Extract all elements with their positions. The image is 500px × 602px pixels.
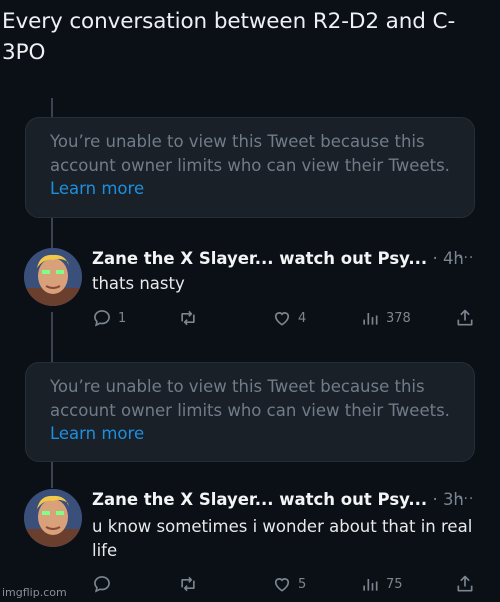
- retweet-button[interactable]: [178, 574, 204, 594]
- heart-icon: [274, 312, 290, 326]
- author-name[interactable]: Zane the X Slayer... watch out Psy...: [92, 490, 427, 509]
- share-button[interactable]: [455, 574, 475, 594]
- tweet-text: u know sometimes i wonder about that in …: [92, 517, 473, 560]
- imgflip-watermark: imgflip.com: [2, 586, 67, 599]
- views-icon: [363, 313, 378, 325]
- avatar-image: [24, 489, 82, 547]
- heart-icon: [274, 578, 290, 592]
- tweet-actions: 1 4 378: [0, 308, 500, 332]
- notice-text: You’re unable to view this Tweet because…: [50, 132, 450, 175]
- meme-caption: Every conversation between R2-D2 and C-3…: [2, 9, 456, 65]
- author-name[interactable]: Zane the X Slayer... watch out Psy...: [92, 249, 427, 268]
- share-icon: [457, 575, 473, 592]
- separator: ·: [432, 490, 438, 509]
- reply-icon: [94, 310, 110, 327]
- views-button[interactable]: 378: [360, 308, 411, 328]
- like-button[interactable]: 5: [272, 574, 306, 594]
- reply-icon: [94, 576, 110, 593]
- reply-button[interactable]: [92, 574, 118, 594]
- like-button[interactable]: 4: [272, 308, 306, 328]
- avatar[interactable]: [24, 489, 82, 547]
- more-options-icon[interactable]: ···: [458, 489, 474, 509]
- separator: ·: [432, 249, 438, 268]
- like-count: 5: [298, 576, 307, 592]
- learn-more-link[interactable]: Learn more: [50, 179, 144, 198]
- retweet-icon: [181, 576, 195, 592]
- reply-count: 1: [118, 310, 127, 326]
- tweet[interactable]: Zane the X Slayer... watch out Psy... · …: [0, 248, 500, 338]
- thread-line: [51, 462, 53, 488]
- like-count: 4: [298, 310, 307, 326]
- views-count: 378: [386, 310, 411, 326]
- tweet-actions: 5 75: [0, 574, 500, 598]
- tweet-header: Zane the X Slayer... watch out Psy... · …: [92, 489, 464, 511]
- thread-line: [51, 218, 53, 248]
- retweet-icon: [181, 310, 195, 326]
- share-button[interactable]: [455, 308, 475, 328]
- tweet-text: thats nasty: [92, 274, 185, 293]
- avatar-image: [24, 248, 82, 306]
- learn-more-link[interactable]: Learn more: [50, 424, 144, 443]
- tweet-header: Zane the X Slayer... watch out Psy... · …: [92, 248, 464, 270]
- views-icon: [363, 579, 378, 591]
- retweet-button[interactable]: [178, 308, 204, 328]
- views-button[interactable]: 75: [360, 574, 403, 594]
- reply-button[interactable]: 1: [92, 308, 126, 328]
- unavailable-tweet-notice: You’re unable to view this Tweet because…: [25, 117, 475, 218]
- avatar[interactable]: [24, 248, 82, 306]
- notice-text: You’re unable to view this Tweet because…: [50, 377, 450, 420]
- unavailable-tweet-notice: You’re unable to view this Tweet because…: [25, 362, 475, 462]
- share-icon: [457, 309, 473, 326]
- more-options-icon[interactable]: ···: [458, 248, 474, 268]
- tweet[interactable]: Zane the X Slayer... watch out Psy... · …: [0, 489, 500, 599]
- thread-line: [51, 98, 53, 118]
- views-count: 75: [386, 576, 403, 592]
